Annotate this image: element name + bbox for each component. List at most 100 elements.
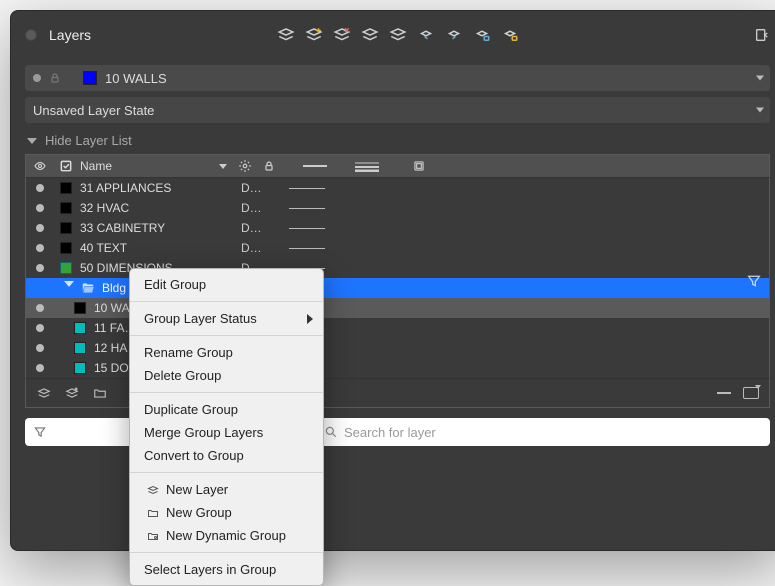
folder-icon [144,507,162,519]
layers-stack-move-icon[interactable] [389,26,407,44]
chevron-right-icon [307,314,313,324]
menu-rename-group[interactable]: Rename Group [130,341,323,364]
layer-color-swatch[interactable] [60,182,72,194]
layer-state-dropdown[interactable]: Unsaved Layer State [25,97,770,123]
layer-color-swatch[interactable] [74,322,86,334]
menu-label: Duplicate Group [144,402,238,417]
layer-color-swatch[interactable] [60,222,72,234]
current-layer-dropdown[interactable]: 10 WALLS [25,65,770,91]
layer-color-swatch[interactable] [60,262,72,274]
sort-indicator-icon [219,164,227,169]
lock-column-icon[interactable] [257,160,281,172]
menu-new-dynamic-group[interactable]: New Dynamic Group [130,524,323,547]
hide-layer-list-toggle[interactable]: Hide Layer List [25,123,770,154]
menu-label: New Layer [166,482,228,497]
layers-stack-x-icon[interactable] [333,26,351,44]
layers-stack-arrow-right-icon[interactable] [445,26,463,44]
menu-label: Merge Group Layers [144,425,263,440]
layer-color-swatch[interactable] [60,242,72,254]
visibility-dot-icon[interactable] [36,244,44,252]
current-layer-name: 10 WALLS [105,71,167,86]
menu-separator [130,335,323,336]
menu-new-group[interactable]: New Group [130,501,323,524]
chevron-down-icon [756,108,764,113]
layer-color-swatch[interactable] [74,342,86,354]
layer-default: D… [233,241,281,255]
menu-convert-to-group[interactable]: Convert to Group [130,444,323,467]
layer-row[interactable]: 40 TEXT D… [26,238,769,258]
new-layer-x-icon[interactable] [64,386,80,400]
layer-utility-toolbar [277,26,519,44]
layer-state-label: Unsaved Layer State [33,103,154,118]
menu-separator [130,472,323,473]
layer-color-swatch[interactable] [60,202,72,214]
chevron-down-icon[interactable] [64,281,74,287]
menu-label: New Group [166,505,232,520]
new-layer-icon[interactable] [36,386,52,400]
layer-row[interactable]: 32 HVAC D… [26,198,769,218]
menu-separator [130,552,323,553]
visibility-column-icon[interactable] [32,160,48,172]
layer-default: D… [233,201,281,215]
layer-row[interactable]: 33 CABINETRY D… [26,218,769,238]
lineweight-column-icon[interactable] [341,160,393,172]
layers-stack-icon[interactable] [277,26,295,44]
linetype-preview [289,188,325,189]
layers-stack-check-icon[interactable] [361,26,379,44]
layer-default: D… [233,221,281,235]
name-column-header[interactable]: Name [78,159,233,173]
menu-label: Group Layer Status [144,311,257,326]
visibility-dot-icon[interactable] [36,344,44,352]
visibility-dot-icon[interactable] [36,184,44,192]
layer-name: 32 HVAC [78,201,233,215]
menu-label: Delete Group [144,368,221,383]
layers-stack-lock-icon[interactable] [473,26,491,44]
tag-column-icon[interactable] [233,159,257,173]
current-layer-color-swatch [83,71,97,85]
layers-stack-arrow-left-icon[interactable] [417,26,435,44]
search-icon [324,425,338,439]
layer-row[interactable]: 31 APPLIANCES D… [26,178,769,198]
window-close-icon[interactable] [25,29,37,41]
visibility-dot-icon[interactable] [36,324,44,332]
folder-open-icon [80,281,96,295]
visibility-dot-icon[interactable] [36,364,44,372]
visibility-dot-icon[interactable] [36,224,44,232]
new-group-footer-icon[interactable] [92,386,108,400]
print-column-icon[interactable] [393,159,445,173]
panel-title: Layers [49,27,91,43]
menu-merge-group-layers[interactable]: Merge Group Layers [130,421,323,444]
visibility-dot-icon[interactable] [36,304,44,312]
lock-icon [49,72,61,84]
layer-name: 31 APPLIANCES [78,181,233,195]
layers-stack-unlock-icon[interactable] [501,26,519,44]
selectable-column-icon[interactable] [59,159,73,173]
menu-group-layer-status[interactable]: Group Layer Status [130,307,323,330]
linetype-preview [289,208,325,209]
view-mode-dropdown-icon[interactable] [743,387,759,399]
row-filter-icon[interactable] [746,273,762,289]
menu-label: Convert to Group [144,448,244,463]
panel-body: 10 WALLS Unsaved Layer State Hide Layer … [11,65,775,460]
menu-edit-group[interactable]: Edit Group [130,273,323,296]
menu-duplicate-group[interactable]: Duplicate Group [130,398,323,421]
menu-delete-group[interactable]: Delete Group [130,364,323,387]
visibility-dot-icon[interactable] [36,204,44,212]
layer-color-swatch[interactable] [74,302,86,314]
filter-icon[interactable] [33,425,47,439]
linetype-column-icon[interactable] [289,161,341,171]
search-input[interactable] [344,425,770,440]
menu-separator [130,392,323,393]
name-column-label: Name [80,159,112,173]
layer-default: D… [233,181,281,195]
menu-new-layer[interactable]: New Layer [130,478,323,501]
layer-color-swatch[interactable] [74,362,86,374]
divider-icon [69,72,83,84]
remove-icon[interactable] [717,392,731,394]
menu-select-layers-in-group[interactable]: Select Layers in Group [130,558,323,581]
chevron-down-icon [27,138,37,144]
visibility-dot-icon[interactable] [36,264,44,272]
layers-stack-plus-icon[interactable] [305,26,323,44]
detach-panel-icon[interactable] [754,27,770,43]
menu-label: Select Layers in Group [144,562,276,577]
